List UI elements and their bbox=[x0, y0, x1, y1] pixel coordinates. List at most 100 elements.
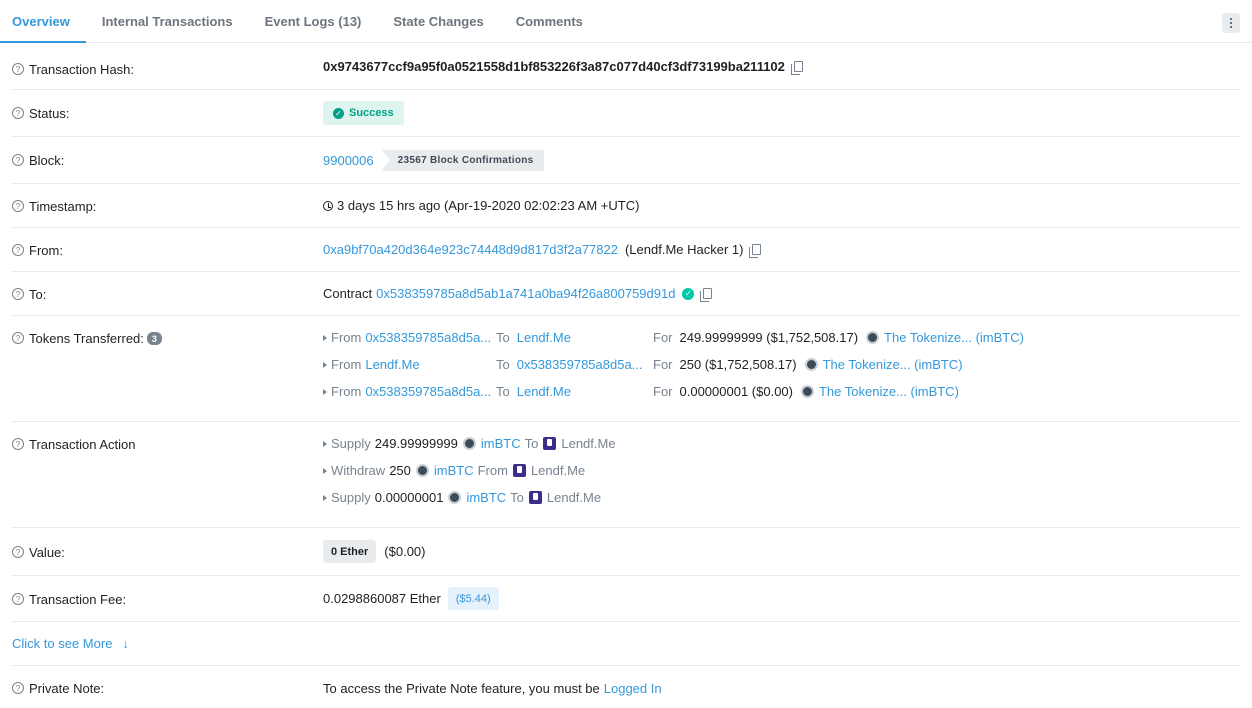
row-status: ? Status: ✓ Success bbox=[12, 90, 1240, 137]
imbtc-token-icon bbox=[462, 437, 476, 450]
label-value: Value: bbox=[29, 545, 65, 560]
transaction-hash-value: 0x9743677ccf9a95f0a0521558d1bf853226f3a8… bbox=[323, 58, 785, 74]
label-block: Block: bbox=[29, 153, 65, 168]
timestamp-value: 3 days 15 hrs ago (Apr-19-2020 02:02:23 … bbox=[337, 198, 640, 213]
label-transaction-hash: Transaction Hash: bbox=[29, 62, 135, 77]
overview-details: ? Transaction Hash: 0x9743677ccf9a95f0a0… bbox=[0, 43, 1252, 708]
imbtc-token-icon bbox=[866, 331, 880, 344]
row-to: ? To: Contract 0x538359785a8d5ab1a741a0b… bbox=[12, 272, 1240, 316]
logged-in-link[interactable]: Logged In bbox=[604, 681, 662, 696]
lendf-me-icon bbox=[528, 491, 542, 504]
label-transaction-action: Transaction Action bbox=[29, 437, 136, 452]
transfer-amount: 250 ($1,752,508.17) bbox=[679, 357, 797, 372]
see-more-link[interactable]: Click to see More bbox=[12, 636, 112, 651]
caret-right-icon bbox=[323, 494, 327, 501]
transfer-from-link[interactable]: 0x538359785a8d5a... bbox=[365, 330, 491, 345]
transfer-to-link[interactable]: Lendf.Me bbox=[517, 384, 571, 399]
label-to: To: bbox=[29, 287, 47, 302]
to-address-link[interactable]: 0x538359785a8d5ab1a741a0ba94f26a800759d9… bbox=[376, 286, 675, 301]
transfer-to-link[interactable]: 0x538359785a8d5a... bbox=[517, 357, 643, 372]
transfer-amount: 0.00000001 ($0.00) bbox=[679, 384, 793, 399]
caret-right-icon bbox=[323, 467, 327, 474]
block-number-link[interactable]: 9900006 bbox=[323, 153, 374, 168]
check-circle-icon: ✓ bbox=[333, 107, 344, 119]
label-transaction-fee: Transaction Fee: bbox=[29, 592, 127, 607]
to-prefix: Contract bbox=[323, 286, 373, 301]
fee-usd-badge: ($5.44) bbox=[447, 587, 499, 610]
action-token-link[interactable]: imBTC bbox=[466, 490, 506, 505]
copy-icon[interactable] bbox=[749, 244, 762, 258]
help-icon[interactable]: ? bbox=[12, 63, 24, 75]
verified-check-icon: ✓ bbox=[682, 287, 695, 300]
row-block: ? Block: 9900006 23567 Block Confirmatio… bbox=[12, 137, 1240, 184]
transfer-to-link[interactable]: Lendf.Me bbox=[517, 330, 571, 345]
transfer-from-link[interactable]: Lendf.Me bbox=[365, 357, 419, 372]
tab-comments[interactable]: Comments bbox=[500, 0, 599, 42]
caret-right-icon bbox=[323, 440, 327, 447]
row-transaction-action: ? Transaction Action Supply 249.99999999… bbox=[12, 422, 1240, 528]
row-tokens-transferred: ? Tokens Transferred: 3 From 0x538359785… bbox=[12, 316, 1240, 422]
token-transfer-item: From 0x538359785a8d5a... To Lendf.Me For… bbox=[323, 324, 1024, 351]
row-timestamp: ? Timestamp: 3 days 15 hrs ago (Apr-19-2… bbox=[12, 184, 1240, 228]
tab-overview[interactable]: Overview bbox=[0, 0, 86, 43]
clock-icon bbox=[323, 200, 333, 211]
tab-event-logs[interactable]: Event Logs (13) bbox=[249, 0, 378, 42]
help-icon[interactable]: ? bbox=[12, 288, 24, 300]
caret-right-icon bbox=[323, 388, 327, 395]
token-transfer-list: From 0x538359785a8d5a... To Lendf.Me For… bbox=[323, 324, 1024, 405]
token-transfer-item: From Lendf.Me To 0x538359785a8d5a... For… bbox=[323, 351, 1024, 378]
value-usd: ($0.00) bbox=[384, 544, 426, 559]
label-status: Status: bbox=[29, 106, 70, 121]
transfer-from-link[interactable]: 0x538359785a8d5a... bbox=[365, 384, 491, 399]
tab-internal-transactions[interactable]: Internal Transactions bbox=[86, 0, 249, 42]
value-ether-badge: 0 Ether bbox=[323, 540, 377, 563]
help-icon[interactable]: ? bbox=[12, 200, 24, 212]
status-text: Success bbox=[349, 107, 394, 119]
action-token-link[interactable]: imBTC bbox=[434, 463, 474, 478]
imbtc-token-icon bbox=[800, 385, 814, 398]
help-icon[interactable]: ? bbox=[12, 546, 24, 558]
help-icon[interactable]: ? bbox=[12, 154, 24, 166]
row-from: ? From: 0xa9bf70a420d364e923c74448d9d817… bbox=[12, 228, 1240, 272]
lendf-me-icon bbox=[543, 437, 557, 450]
imbtc-token-icon bbox=[448, 491, 462, 504]
tab-bar: Overview Internal Transactions Event Log… bbox=[0, 0, 1252, 43]
arrow-down-icon[interactable]: ↓ bbox=[122, 636, 129, 651]
copy-icon[interactable] bbox=[700, 288, 713, 302]
private-note-text: To access the Private Note feature, you … bbox=[323, 680, 600, 696]
from-name-tag: (Lendf.Me Hacker 1) bbox=[624, 242, 744, 257]
fee-ether: 0.0298860087 Ether bbox=[323, 591, 441, 606]
row-transaction-hash: ? Transaction Hash: 0x9743677ccf9a95f0a0… bbox=[12, 43, 1240, 90]
token-link[interactable]: The Tokenize... (imBTC) bbox=[819, 384, 959, 399]
row-see-more: Click to see More ↓ bbox=[12, 622, 1240, 666]
label-tokens-transferred: Tokens Transferred: bbox=[29, 331, 144, 346]
action-token-link[interactable]: imBTC bbox=[481, 436, 521, 451]
row-transaction-fee: ? Transaction Fee: 0.0298860087 Ether ($… bbox=[12, 576, 1240, 622]
token-link[interactable]: The Tokenize... (imBTC) bbox=[823, 357, 963, 372]
help-icon[interactable]: ? bbox=[12, 244, 24, 256]
row-private-note: ? Private Note: To access the Private No… bbox=[12, 666, 1240, 708]
label-from: From: bbox=[29, 243, 63, 258]
lendf-me-icon bbox=[512, 464, 526, 477]
status-badge: ✓ Success bbox=[323, 101, 404, 125]
action-item: Withdraw 250 imBTC From Lendf.Me bbox=[323, 457, 616, 484]
help-icon[interactable]: ? bbox=[12, 107, 24, 119]
help-icon[interactable]: ? bbox=[12, 332, 24, 344]
from-address-link[interactable]: 0xa9bf70a420d364e923c74448d9d817d3f2a778… bbox=[323, 242, 618, 257]
help-icon[interactable]: ? bbox=[12, 438, 24, 450]
action-item: Supply 0.00000001 imBTC To Lendf.Me bbox=[323, 484, 616, 511]
transaction-action-list: Supply 249.99999999 imBTC To Lendf.Me Wi… bbox=[323, 430, 616, 511]
help-icon[interactable]: ? bbox=[12, 593, 24, 605]
help-icon[interactable]: ? bbox=[12, 682, 24, 694]
caret-right-icon bbox=[323, 361, 327, 368]
copy-icon[interactable] bbox=[790, 60, 803, 75]
label-private-note: Private Note: bbox=[29, 681, 105, 696]
row-value: ? Value: 0 Ether ($0.00) bbox=[12, 528, 1240, 576]
tab-state-changes[interactable]: State Changes bbox=[377, 0, 499, 42]
more-options-button[interactable] bbox=[1222, 13, 1240, 33]
token-link[interactable]: The Tokenize... (imBTC) bbox=[884, 330, 1024, 345]
token-transfer-item: From 0x538359785a8d5a... To Lendf.Me For… bbox=[323, 378, 1024, 405]
label-timestamp: Timestamp: bbox=[29, 199, 97, 214]
action-item: Supply 249.99999999 imBTC To Lendf.Me bbox=[323, 430, 616, 457]
block-confirmations-badge: 23567 Block Confirmations bbox=[381, 149, 544, 171]
